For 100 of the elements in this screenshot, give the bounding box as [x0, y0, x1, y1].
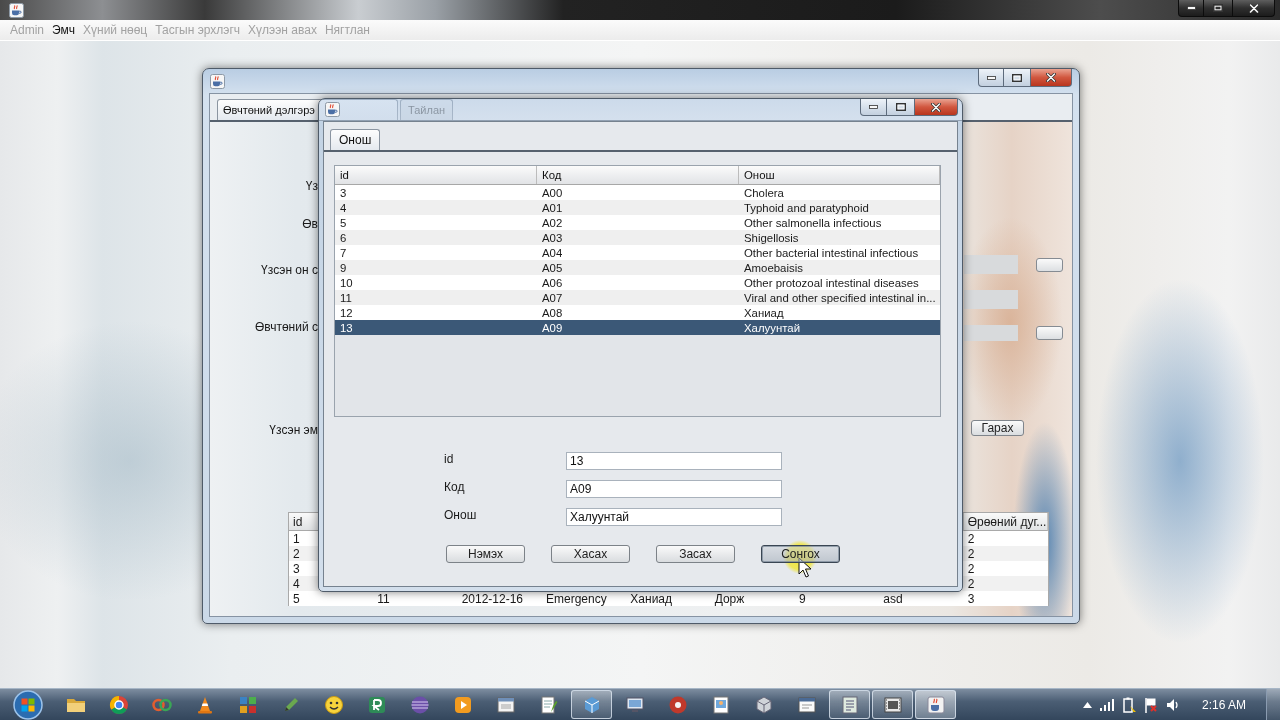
taskbar-button[interactable]	[829, 690, 870, 719]
field-label: Өв	[302, 216, 318, 232]
document-icon	[839, 694, 860, 715]
table-cell: Other bacterial intestinal infectious	[744, 245, 919, 260]
table-cell: 9	[799, 591, 806, 606]
squares-icon	[237, 694, 258, 715]
input-field[interactable]: 13	[566, 452, 782, 470]
column-header[interactable]: id	[293, 514, 303, 529]
cup-icon	[925, 694, 946, 715]
film-icon	[882, 694, 903, 715]
blank-button[interactable]	[1036, 257, 1063, 272]
table-cell: A02	[542, 215, 563, 230]
show-hidden-icon[interactable]	[1082, 701, 1092, 708]
table-cell: Shigellosis	[744, 230, 799, 245]
window-icon	[495, 694, 516, 715]
show-desktop-button[interactable]	[1266, 689, 1280, 720]
table-cell: 2	[967, 546, 975, 561]
field-label: Үзсэн эм	[269, 422, 318, 438]
table-row[interactable]: 11 A07 Viral and other specified intestinal in...	[335, 290, 940, 305]
table-row[interactable]: 13 A09 Халуунтай	[335, 320, 940, 335]
minimize-icon	[986, 75, 996, 80]
table-cell: Other protozoal intestinal diseases	[744, 275, 919, 290]
column-header[interactable]: id	[340, 168, 349, 182]
flag-icon[interactable]	[1143, 696, 1158, 713]
start-orb-icon	[12, 689, 43, 720]
close-button[interactable]	[1030, 69, 1072, 87]
exit-button[interactable]: Гарах	[971, 420, 1024, 436]
table-cell: Typhoid and paratyphoid	[744, 200, 869, 215]
maximize-icon	[895, 103, 906, 111]
window-icon	[796, 694, 817, 715]
signal-bars-icon[interactable]	[1099, 698, 1114, 711]
table-cell: 9	[340, 260, 347, 275]
table-cell: Emergency	[546, 591, 607, 606]
input-field[interactable]	[964, 255, 1018, 274]
table-row[interactable]: 4 A01 Typhoid and paratyphoid	[335, 200, 940, 215]
table-cell: 2	[967, 576, 975, 591]
minimize-button[interactable]	[978, 69, 1004, 87]
table-cell: A06	[542, 275, 563, 290]
box-icon	[753, 694, 774, 715]
maximize-icon	[1213, 4, 1223, 12]
tab[interactable]: Онош	[330, 129, 381, 150]
color-wheel-icon	[108, 694, 129, 715]
maximize-icon	[1012, 73, 1022, 82]
taskbar-button[interactable]	[872, 690, 913, 719]
column-header[interactable]: Онош	[744, 168, 775, 182]
minimize-icon	[869, 105, 878, 109]
table-cell: 11	[377, 591, 390, 606]
action-button[interactable]: Нэмэх	[446, 545, 525, 563]
column-header[interactable]: Код	[542, 168, 562, 182]
table-row[interactable]: 9 A05 Amoebaisis	[335, 260, 940, 275]
table-row[interactable]: 5 A02 Other salmonella infectious	[335, 215, 940, 230]
field-label: id	[444, 452, 454, 466]
cup-icon	[210, 74, 225, 89]
input-field[interactable]	[964, 325, 1018, 341]
table-cell: Ханиад	[630, 591, 672, 606]
blank-button[interactable]	[1036, 326, 1063, 340]
action-button[interactable]: Хасах	[551, 545, 630, 563]
input-field[interactable]: A09	[566, 480, 782, 498]
column-header[interactable]: Өрөөний дуг...	[967, 514, 1047, 529]
table-cell: 2012-12-16	[461, 591, 524, 606]
notepad-icon	[538, 694, 559, 715]
table-cell: A08	[542, 305, 563, 320]
close-button[interactable]	[1232, 0, 1275, 17]
input-field[interactable]	[964, 290, 1018, 309]
play-icon	[452, 694, 473, 715]
minimize-icon	[1186, 6, 1196, 10]
table-cell: A07	[542, 290, 563, 305]
minimize-button[interactable]	[860, 99, 887, 116]
globe-icon	[409, 694, 430, 715]
clock[interactable]: 2:16 AM	[1201, 697, 1246, 712]
table-cell: A09	[542, 320, 563, 335]
input-field[interactable]: Халуунтай	[566, 508, 782, 526]
table-cell: 2	[967, 531, 975, 546]
maximize-button[interactable]	[1004, 69, 1030, 87]
taskbar-button[interactable]	[915, 690, 956, 719]
table-row[interactable]: 12 A08 Ханиад	[335, 305, 940, 320]
table-cell: 3	[340, 185, 347, 200]
maximize-button[interactable]	[887, 99, 914, 116]
action-button[interactable]: Засах	[656, 545, 735, 563]
maximize-button[interactable]	[1204, 0, 1232, 17]
speaker-icon[interactable]	[1165, 697, 1180, 712]
close-button[interactable]	[914, 99, 958, 116]
monitor-icon	[624, 694, 645, 715]
table-cell: Cholera	[744, 185, 784, 200]
table-cell: Дорж	[714, 591, 745, 606]
table-row[interactable]: 6 A03 Shigellosis	[335, 230, 940, 245]
table-row[interactable]: 10 A06 Other protozoal intestinal diseases	[335, 275, 940, 290]
table-cell: 1	[293, 531, 300, 546]
battery-icon[interactable]	[1121, 696, 1136, 713]
close-icon	[1248, 3, 1259, 13]
table-row[interactable]: 3 A00 Cholera	[335, 185, 940, 200]
table-cell: 5	[293, 591, 300, 606]
table-cell: 6	[340, 230, 347, 245]
taskbar-button[interactable]	[571, 690, 612, 719]
minimize-button[interactable]	[1178, 0, 1204, 17]
table-cell: Viral and other specified intestinal in...	[744, 290, 936, 305]
table-cell: 4	[340, 200, 347, 215]
table-row[interactable]: 7 A04 Other bacterial intestinal infectious	[335, 245, 940, 260]
menu-item[interactable]: Эмч	[48, 22, 79, 38]
smiley-icon	[323, 694, 344, 715]
